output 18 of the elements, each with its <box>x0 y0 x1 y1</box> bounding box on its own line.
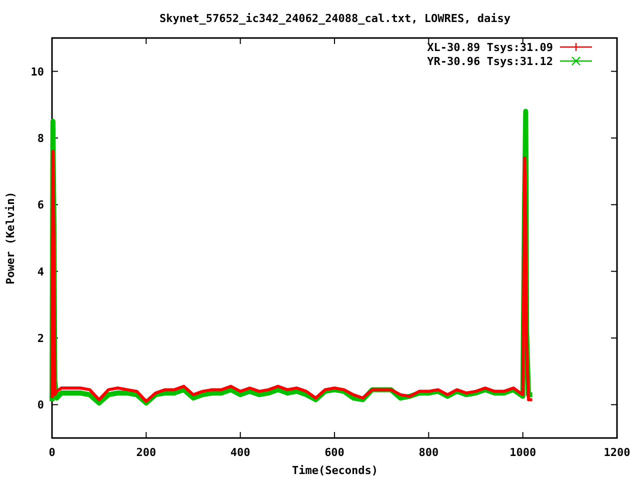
legend-label: XL-30.89 Tsys:31.09 <box>427 41 553 54</box>
x-tick-label: 200 <box>136 446 156 459</box>
x-tick-label: 0 <box>48 446 56 459</box>
y-tick-label: 2 <box>37 332 44 345</box>
y-tick-label: 8 <box>37 132 44 145</box>
y-tick-label: 10 <box>30 65 44 78</box>
chart-title: Skynet_57652_ic342_24062_24088_cal.txt, LOWRES, daisy <box>160 12 510 25</box>
x-tick-label: 400 <box>230 446 250 459</box>
x-tick-label: 800 <box>418 446 439 459</box>
x-tick-label: 600 <box>324 446 344 459</box>
x-tick-label: 1000 <box>510 446 536 459</box>
x-tick-label: 1200 <box>604 446 630 459</box>
x-axis-label: Time(Seconds) <box>292 464 378 477</box>
y-tick-label: 6 <box>37 198 44 212</box>
y-tick-label: 4 <box>37 265 44 278</box>
y-tick-label: 0 <box>37 398 44 412</box>
legend-label: YR-30.96 Tsys:31.12 <box>427 55 553 68</box>
y-axis-label: Power (Kelvin) <box>4 192 17 284</box>
